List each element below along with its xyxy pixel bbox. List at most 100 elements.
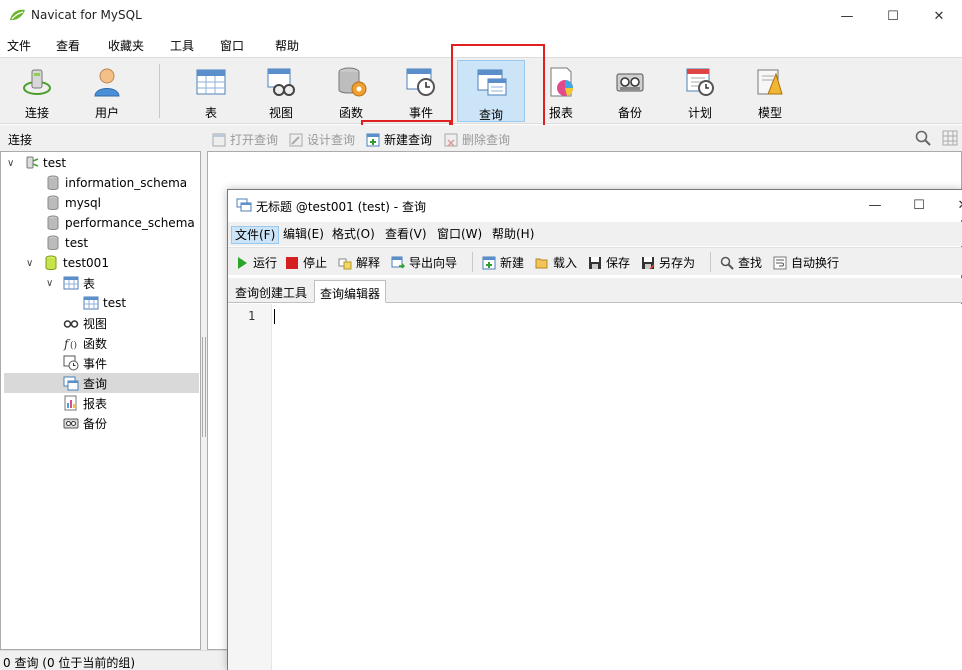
event-icon: [406, 68, 435, 96]
save-as-button[interactable]: 另存为: [641, 254, 695, 271]
search-icon[interactable]: [915, 130, 931, 146]
toolbar-label: 备份: [617, 106, 642, 120]
menu-file[interactable]: 文件: [7, 37, 31, 54]
query-menu-format[interactable]: 格式(O): [329, 226, 378, 244]
query-maximize-button[interactable]: ☐: [896, 190, 942, 220]
menu-tools[interactable]: 工具: [170, 37, 194, 54]
database-open-icon: [45, 255, 57, 270]
save-button[interactable]: 保存: [588, 254, 630, 271]
report-icon: [550, 67, 574, 97]
view-icon: [267, 68, 295, 96]
tree-database-performance-schema[interactable]: performance_schema: [45, 213, 195, 233]
open-query-button[interactable]: 打开查询: [212, 131, 278, 148]
tree-label: 备份: [83, 416, 108, 431]
query-menu-help[interactable]: 帮助(H): [489, 226, 537, 244]
query-minimize-button[interactable]: —: [852, 190, 898, 220]
save-as-label: 另存为: [659, 256, 696, 270]
tree-connection-test[interactable]: ∨ test: [7, 153, 66, 173]
chevron-down-icon[interactable]: ∨: [46, 278, 60, 289]
design-query-button[interactable]: 设计查询: [289, 131, 355, 148]
table-icon: [83, 296, 99, 310]
menu-window[interactable]: 窗口: [220, 37, 244, 54]
query-menu-view[interactable]: 查看(V): [382, 226, 430, 244]
chevron-down-icon[interactable]: ∨: [26, 258, 40, 269]
table-icon: [63, 276, 79, 290]
toolbar-schedule-button[interactable]: 计划: [668, 60, 732, 120]
tree-folder-tables[interactable]: ∨ 表: [46, 273, 95, 293]
tree-folder-views[interactable]: 视图: [63, 313, 107, 333]
database-icon: [47, 215, 59, 230]
tab-query-builder[interactable]: 查询创建工具: [230, 280, 312, 303]
tree-folder-events[interactable]: 事件: [63, 353, 107, 373]
query-window-icon: [236, 198, 252, 212]
query-menu-bar: 文件(F) 编辑(E) 格式(O) 查看(V) 窗口(W) 帮助(H): [228, 222, 962, 246]
toolbar-label: 函数: [338, 106, 363, 120]
delete-query-button[interactable]: 删除查询: [444, 131, 510, 148]
menu-help[interactable]: 帮助: [275, 37, 299, 54]
tree-label: 事件: [83, 356, 108, 371]
toolbar-table-button[interactable]: 表: [179, 60, 243, 120]
export-wizard-button[interactable]: 导出向导: [391, 254, 457, 271]
query-tab-strip: 查询创建工具 查询编辑器: [228, 278, 962, 303]
search-icon: [720, 256, 734, 270]
menu-view[interactable]: 查看: [56, 37, 80, 54]
new-button[interactable]: 新建: [482, 254, 524, 271]
tree-database-test001[interactable]: ∨ test001: [26, 253, 109, 273]
toolbar-label: 计划: [687, 106, 712, 120]
toolbar-function-button[interactable]: 函数: [319, 60, 383, 120]
new-query-button[interactable]: 新建查询: [366, 131, 432, 148]
word-wrap-icon: [773, 256, 787, 269]
navicat-logo-icon: [10, 9, 25, 21]
word-wrap-button[interactable]: 自动换行: [773, 254, 839, 271]
splitter-grip[interactable]: [202, 337, 206, 437]
tree-table-test[interactable]: test: [83, 293, 126, 313]
tree-label: test: [65, 236, 89, 250]
tree-database-mysql[interactable]: mysql: [45, 193, 101, 213]
query-toolbar: 运行 停止 解释 导出向导 新建 载入 保存 另存为 查找 自动换行: [228, 247, 962, 275]
explain-button[interactable]: 解释: [338, 254, 380, 271]
toolbar-connection-button[interactable]: 连接: [5, 60, 69, 120]
find-button[interactable]: 查找: [720, 254, 762, 271]
tab-query-editor[interactable]: 查询编辑器: [314, 280, 387, 303]
view-icon: [63, 320, 79, 328]
query-menu-window[interactable]: 窗口(W): [434, 226, 485, 244]
tree-folder-functions[interactable]: f() 函数: [63, 333, 107, 353]
sql-editor[interactable]: 1: [228, 304, 962, 670]
explain-icon: [338, 258, 352, 269]
menu-favorites[interactable]: 收藏夹: [108, 37, 144, 54]
tree-label: 查询: [83, 376, 108, 391]
line-number-gutter: 1: [228, 304, 272, 670]
line-number: 1: [248, 309, 256, 323]
event-icon: [63, 355, 79, 371]
report-icon: [64, 395, 77, 411]
query-window-title: 无标题 @test001 (test) - 查询: [256, 200, 426, 214]
run-button[interactable]: 运行: [235, 254, 277, 271]
sidebar-header-label: 连接: [8, 133, 33, 147]
new-query-icon: [482, 256, 496, 269]
toolbar-event-button[interactable]: 事件: [389, 60, 453, 120]
toolbar-user-button[interactable]: 用户: [75, 60, 139, 120]
schedule-icon: [686, 68, 714, 96]
query-menu-edit[interactable]: 编辑(E): [280, 226, 327, 244]
toolbar-model-button[interactable]: 模型: [738, 60, 802, 120]
stop-button[interactable]: 停止: [285, 254, 327, 271]
maximize-button[interactable]: ☐: [870, 0, 916, 32]
tree-folder-reports[interactable]: 报表: [63, 393, 107, 413]
object-subtoolbar: 连接 打开查询 设计查询 新建查询 删除查询: [0, 125, 962, 151]
query-close-button[interactable]: ✕: [940, 190, 962, 220]
minimize-button[interactable]: —: [824, 0, 870, 32]
grid-view-icon[interactable]: [942, 130, 958, 146]
load-button[interactable]: 载入: [535, 254, 577, 271]
tree-label: test001: [63, 256, 109, 270]
tree-database-information-schema[interactable]: information_schema: [45, 173, 187, 193]
query-icon: [63, 376, 79, 391]
close-button[interactable]: ✕: [916, 0, 962, 32]
query-menu-file[interactable]: 文件(F): [231, 226, 280, 244]
toolbar-view-button[interactable]: 视图: [249, 60, 313, 120]
chevron-down-icon[interactable]: ∨: [7, 158, 19, 169]
tree-folder-queries[interactable]: 查询: [4, 373, 199, 393]
toolbar-backup-button[interactable]: 备份: [598, 60, 662, 120]
tree-database-test[interactable]: test: [45, 233, 88, 253]
tree-folder-backups[interactable]: 备份: [63, 413, 107, 433]
stop-icon: [286, 256, 298, 269]
